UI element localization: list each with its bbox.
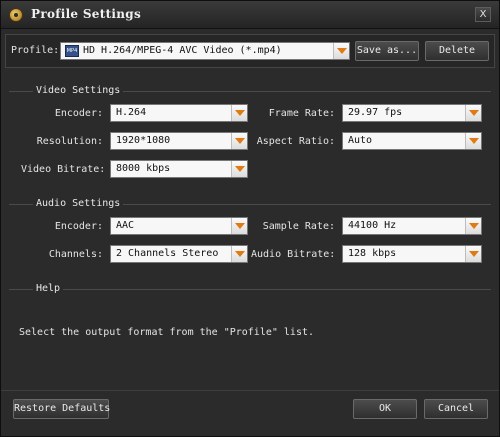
- ok-button[interactable]: OK: [353, 399, 417, 419]
- channels-label: Channels:: [48, 249, 103, 260]
- chevron-down-icon[interactable]: [465, 133, 481, 149]
- window-title: Profile Settings: [31, 7, 142, 21]
- footer-divider: [1, 390, 499, 391]
- help-text: Select the output format from the "Profi…: [19, 327, 315, 338]
- video-encoder-value: H.264: [116, 107, 147, 118]
- save-as-button[interactable]: Save as...: [355, 41, 419, 61]
- close-button[interactable]: X: [475, 7, 491, 22]
- help-section-divider: [9, 289, 491, 290]
- audio-bitrate-label: Audio Bitrate:: [251, 249, 336, 260]
- profile-select[interactable]: MP4 HD H.264/MPEG-4 AVC Video (*.mp4): [60, 42, 350, 60]
- channels-select[interactable]: 2 Channels Stereo: [110, 245, 248, 263]
- audio-encoder-value: AAC: [116, 220, 135, 231]
- sample-rate-value: 44100 Hz: [348, 220, 397, 231]
- delete-button[interactable]: Delete: [425, 41, 489, 61]
- audio-encoder-select[interactable]: AAC: [110, 217, 248, 235]
- help-title: Help: [33, 283, 64, 294]
- resolution-label: Resolution:: [36, 136, 103, 147]
- frame-rate-value: 29.97 fps: [348, 107, 403, 118]
- audio-bitrate-select[interactable]: 128 kbps: [342, 245, 482, 263]
- video-bitrate-label: Video Bitrate:: [21, 164, 106, 175]
- profile-label: Profile:: [11, 45, 60, 56]
- chevron-down-icon[interactable]: [231, 218, 247, 234]
- restore-defaults-button[interactable]: Restore Defaults: [13, 399, 110, 419]
- aspect-ratio-value: Auto: [348, 135, 373, 146]
- aspect-ratio-label: Aspect Ratio:: [256, 136, 335, 147]
- audio-encoder-label: Encoder:: [54, 221, 103, 232]
- video-encoder-label: Encoder:: [54, 108, 103, 119]
- chevron-down-icon[interactable]: [465, 246, 481, 262]
- aspect-ratio-select[interactable]: Auto: [342, 132, 482, 150]
- video-encoder-select[interactable]: H.264: [110, 104, 248, 122]
- cancel-button[interactable]: Cancel: [424, 399, 488, 419]
- sample-rate-select[interactable]: 44100 Hz: [342, 217, 482, 235]
- channels-value: 2 Channels Stereo: [116, 248, 219, 259]
- audio-settings-title: Audio Settings: [33, 198, 124, 209]
- mp4-format-icon: MP4: [65, 45, 79, 57]
- audio-bitrate-value: 128 kbps: [348, 248, 397, 259]
- app-logo-icon: [9, 8, 23, 22]
- resolution-select[interactable]: 1920*1080: [110, 132, 248, 150]
- chevron-down-icon[interactable]: [465, 105, 481, 121]
- video-bitrate-value: 8000 kbps: [116, 163, 171, 174]
- chevron-down-icon[interactable]: [231, 161, 247, 177]
- frame-rate-label: Frame Rate:: [268, 108, 335, 119]
- chevron-down-icon[interactable]: [333, 43, 349, 59]
- chevron-down-icon[interactable]: [231, 105, 247, 121]
- video-settings-title: Video Settings: [33, 85, 124, 96]
- title-bar: Profile Settings X: [1, 1, 499, 29]
- video-bitrate-select[interactable]: 8000 kbps: [110, 160, 248, 178]
- frame-rate-select[interactable]: 29.97 fps: [342, 104, 482, 122]
- profile-settings-dialog: Profile Settings X Profile: MP4 HD H.264…: [0, 0, 500, 437]
- profile-value: HD H.264/MPEG-4 AVC Video (*.mp4): [83, 45, 282, 56]
- chevron-down-icon[interactable]: [465, 218, 481, 234]
- chevron-down-icon[interactable]: [231, 133, 247, 149]
- chevron-down-icon[interactable]: [231, 246, 247, 262]
- profile-row: Profile: MP4 HD H.264/MPEG-4 AVC Video (…: [5, 34, 495, 68]
- sample-rate-label: Sample Rate:: [262, 221, 335, 232]
- resolution-value: 1920*1080: [116, 135, 171, 146]
